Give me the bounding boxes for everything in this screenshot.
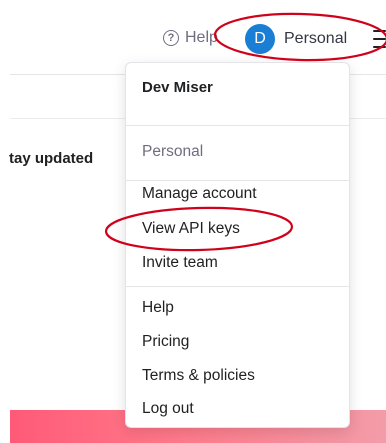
menu-item-pricing[interactable]: Pricing — [142, 332, 189, 352]
dropdown-org-label[interactable]: Personal — [142, 142, 203, 162]
avatar: D — [245, 24, 275, 54]
section-heading: tay updated — [9, 150, 94, 167]
hamburger-menu-icon[interactable] — [373, 27, 386, 51]
menu-item-manage-account[interactable]: Manage account — [142, 184, 257, 204]
menu-bar-line — [373, 46, 386, 48]
dropdown-divider — [126, 286, 349, 287]
menu-item-terms-policies[interactable]: Terms & policies — [142, 366, 255, 386]
help-button[interactable]: ? Help — [163, 27, 218, 49]
menu-item-invite-team[interactable]: Invite team — [142, 253, 218, 273]
account-dropdown-menu: Dev Miser Personal Manage account View A… — [125, 62, 350, 428]
dropdown-divider — [126, 180, 349, 181]
menu-bar-line — [373, 38, 386, 40]
dropdown-divider — [126, 125, 349, 126]
menu-item-help[interactable]: Help — [142, 298, 174, 318]
menu-bar-line — [373, 30, 386, 32]
help-label: Help — [185, 29, 218, 46]
menu-item-view-api-keys[interactable]: View API keys — [142, 219, 240, 239]
help-icon: ? — [163, 30, 179, 46]
account-label: Personal — [284, 30, 348, 47]
menu-item-log-out[interactable]: Log out — [142, 399, 194, 419]
account-button[interactable]: D Personal — [245, 24, 347, 54]
dropdown-user-name: Dev Miser — [142, 79, 213, 96]
